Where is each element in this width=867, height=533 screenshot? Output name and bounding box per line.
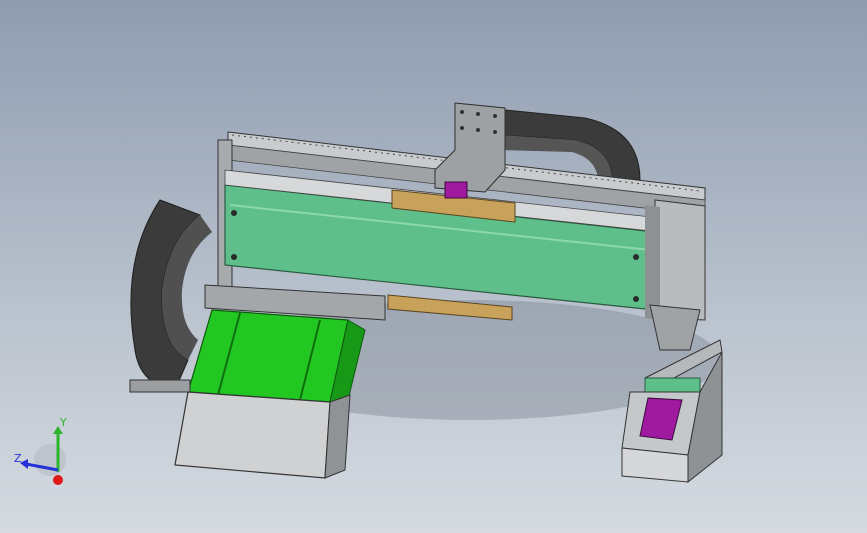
motor-green-top[interactable] bbox=[187, 309, 349, 403]
x-axis-dot bbox=[53, 475, 63, 485]
green-adapter-block[interactable] bbox=[644, 377, 701, 393]
orientation-triad[interactable]: Y Z bbox=[10, 410, 80, 490]
cad-viewport[interactable]: Y Z bbox=[0, 0, 867, 533]
y-axis-label: Y bbox=[59, 416, 67, 429]
z-axis-label: Z bbox=[14, 452, 22, 465]
right-end-block[interactable] bbox=[654, 199, 706, 321]
left-base-foot bbox=[129, 379, 191, 393]
triad-sphere bbox=[34, 444, 66, 476]
right-end-block-shade bbox=[645, 205, 660, 320]
cad-model-scene[interactable] bbox=[0, 0, 867, 533]
motor-end-cap[interactable] bbox=[174, 391, 331, 479]
magenta-slider-small[interactable] bbox=[444, 181, 468, 199]
